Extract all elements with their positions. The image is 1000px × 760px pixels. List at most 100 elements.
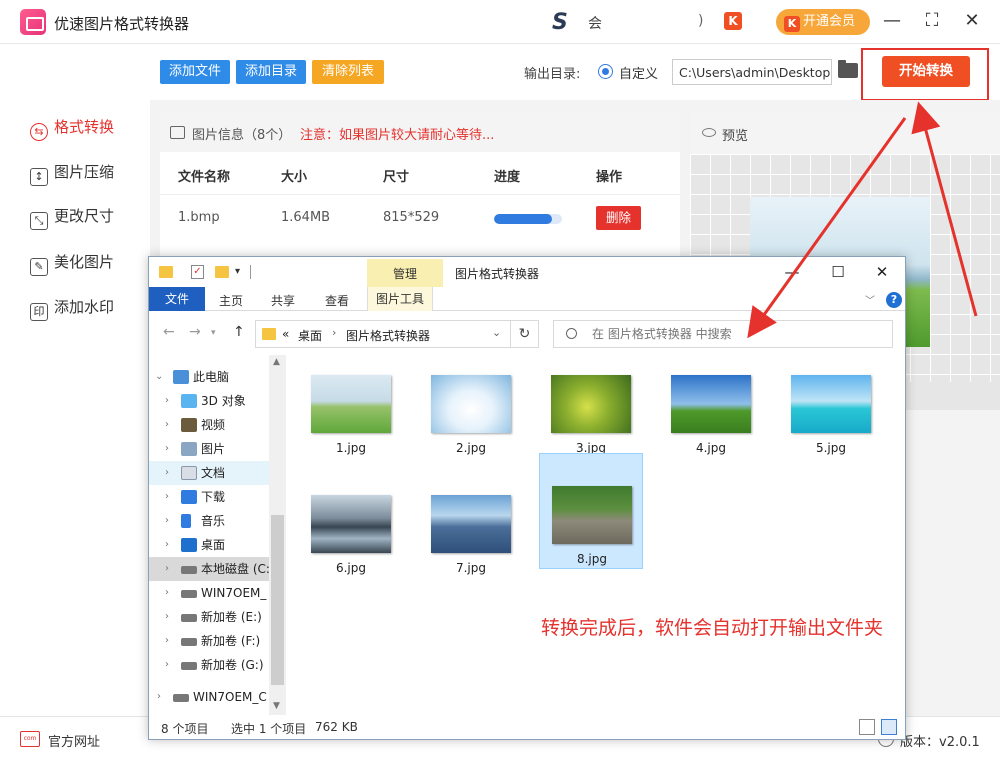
tab-picture-tools[interactable]: 图片工具 [367,287,434,311]
vip-button[interactable]: K 开通会员 [776,9,870,35]
tree-item-win7oem-c[interactable]: › WIN7OEM_C [149,685,269,709]
tree-item-volume-f[interactable]: › 新加卷 (F:) [149,629,269,653]
forward-arrow-icon[interactable]: → [189,324,201,340]
tab-share[interactable]: 共享 [271,292,295,309]
tree-item-volume-e[interactable]: › 新加卷 (E:) [149,605,269,629]
tree-item-local-disk-c[interactable]: › 本地磁盘 (C:) [149,557,275,581]
tree-item-video[interactable]: › 视频 [149,413,269,437]
add-file-button[interactable]: 添加文件 [160,60,230,84]
tree-item-this-pc[interactable]: ⌄ 此电脑 [149,365,269,389]
tree-scrollbar[interactable]: ▲ ▼ [269,355,286,715]
sidebar-item-label: 格式转换 [54,118,115,136]
tree-expand-icon[interactable]: › [165,581,169,605]
file-thumbnail [551,375,631,433]
minimize-button[interactable]: — [880,9,904,33]
explorer-status-bar: 8 个项目 选中 1 个项目 762 KB [149,715,905,739]
sidebar-item-watermark[interactable]: 印添加水印 [30,295,114,321]
tab-home[interactable]: 主页 [219,292,243,309]
title-separator [250,265,251,279]
explorer-maximize-button[interactable]: ☐ [827,261,849,283]
tree-expand-icon[interactable]: › [165,557,169,581]
tree-item-downloads[interactable]: › 下载 [149,485,269,509]
quick-access-dropdown-icon[interactable]: ▾ [235,266,240,277]
explorer-close-button[interactable]: ✕ [871,261,893,283]
search-input[interactable] [592,324,882,344]
explorer-title: 图片格式转换器 [455,267,540,281]
start-convert-button[interactable]: 开始转换 [882,56,970,87]
sidebar-item-resize[interactable]: ⤡ 更改尺寸 [30,204,114,230]
browse-folder-icon[interactable] [838,60,858,78]
tree-expand-icon[interactable]: › [165,413,169,437]
tree-item-pictures[interactable]: › 图片 [149,437,269,461]
file-item-1[interactable]: 1.jpg [299,363,403,479]
tree-expand-icon[interactable]: › [165,509,169,533]
file-item-2[interactable]: 2.jpg [419,363,523,479]
refresh-icon[interactable]: ↻ [511,320,539,348]
output-path-input[interactable] [672,59,832,85]
scroll-up-icon[interactable]: ▲ [273,357,280,367]
tree-item-music[interactable]: › 音乐 [149,509,269,533]
watermark-icon: 印 [30,303,48,321]
recent-dropdown-icon[interactable]: ▾ [211,328,216,338]
preview-header: 预览 [690,112,1000,154]
tab-view[interactable]: 查看 [325,292,349,309]
file-item-4[interactable]: 4.jpg [659,363,763,479]
quick-folder-icon[interactable] [159,266,173,278]
tree-item-win7oem[interactable]: › WIN7OEM_ [149,581,269,605]
tree-expand-icon[interactable]: ⌄ [155,365,163,389]
custom-radio[interactable] [598,64,613,79]
ribbon-expand-icon[interactable]: ﹀ [865,292,875,307]
tree-item-volume-g[interactable]: › 新加卷 (G:) [149,653,269,677]
tree-item-3d-objects[interactable]: › 3D 对象 [149,389,269,413]
file-name: 5.jpg [815,441,847,455]
selected-size: 762 KB [315,720,358,734]
col-header-dims: 尺寸 [383,170,410,185]
tree-expand-icon[interactable]: › [165,437,169,461]
tab-file[interactable]: 文件 [149,287,205,311]
col-header-name: 文件名称 [178,170,231,185]
image-icon [170,126,185,139]
tree-item-documents[interactable]: › 文档 [149,461,269,485]
tree-item-desktop[interactable]: › 桌面 [149,533,269,557]
close-button[interactable]: ✕ [960,9,984,33]
website-link[interactable]: 官方网址 [48,731,100,750]
properties-icon[interactable]: ✓ [191,265,204,279]
new-folder-icon[interactable] [215,266,229,278]
breadcrumb-separator-icon[interactable]: › [332,326,336,339]
up-arrow-icon[interactable]: ↑ [233,324,245,340]
explorer-minimize-button[interactable]: — [781,261,803,283]
sidebar-item-compress[interactable]: ↕ 图片压缩 [30,160,114,186]
file-item-5[interactable]: 5.jpg [779,363,883,479]
tree-expand-icon[interactable]: › [165,485,169,509]
breadcrumb-folder[interactable]: 图片格式转换器 [346,327,430,344]
back-arrow-icon[interactable]: ← [163,324,175,340]
address-bar[interactable]: « 桌面 › 图片格式转换器 ⌄ [255,320,511,348]
tab-manage[interactable]: 管理 [367,259,443,287]
delete-button[interactable]: 删除 [596,206,641,230]
tree-expand-icon[interactable]: › [165,605,169,629]
k-logo-icon[interactable]: K [724,12,742,30]
scroll-down-icon[interactable]: ▼ [273,701,280,711]
sidebar-item-beautify[interactable]: ✎ 美化图片 [30,250,114,276]
preview-title: 预览 [722,129,749,144]
tree-expand-icon[interactable]: › [165,389,169,413]
add-directory-button[interactable]: 添加目录 [236,60,306,84]
large-icons-view-icon[interactable] [881,719,897,735]
breadcrumb-desktop[interactable]: 桌面 [298,327,322,344]
scroll-thumb[interactable] [271,515,284,685]
file-item-7[interactable]: 7.jpg [419,483,523,599]
tree-expand-icon[interactable]: › [157,685,161,709]
help-icon[interactable]: ? [886,292,902,308]
address-dropdown-icon[interactable]: ⌄ [492,326,501,339]
file-item-8[interactable]: 8.jpg [539,453,643,569]
tree-expand-icon[interactable]: › [165,629,169,653]
details-view-icon[interactable] [859,719,875,735]
search-box[interactable] [553,320,893,348]
file-item-6[interactable]: 6.jpg [299,483,403,599]
clear-list-button[interactable]: 清除列表 [312,60,384,84]
sidebar-item-format-convert[interactable]: ⇆ 格式转换 [30,115,115,141]
maximize-button[interactable]: ⛶ [920,9,944,33]
tree-expand-icon[interactable]: › [165,461,169,485]
tree-expand-icon[interactable]: › [165,533,169,557]
tree-expand-icon[interactable]: › [165,653,169,677]
